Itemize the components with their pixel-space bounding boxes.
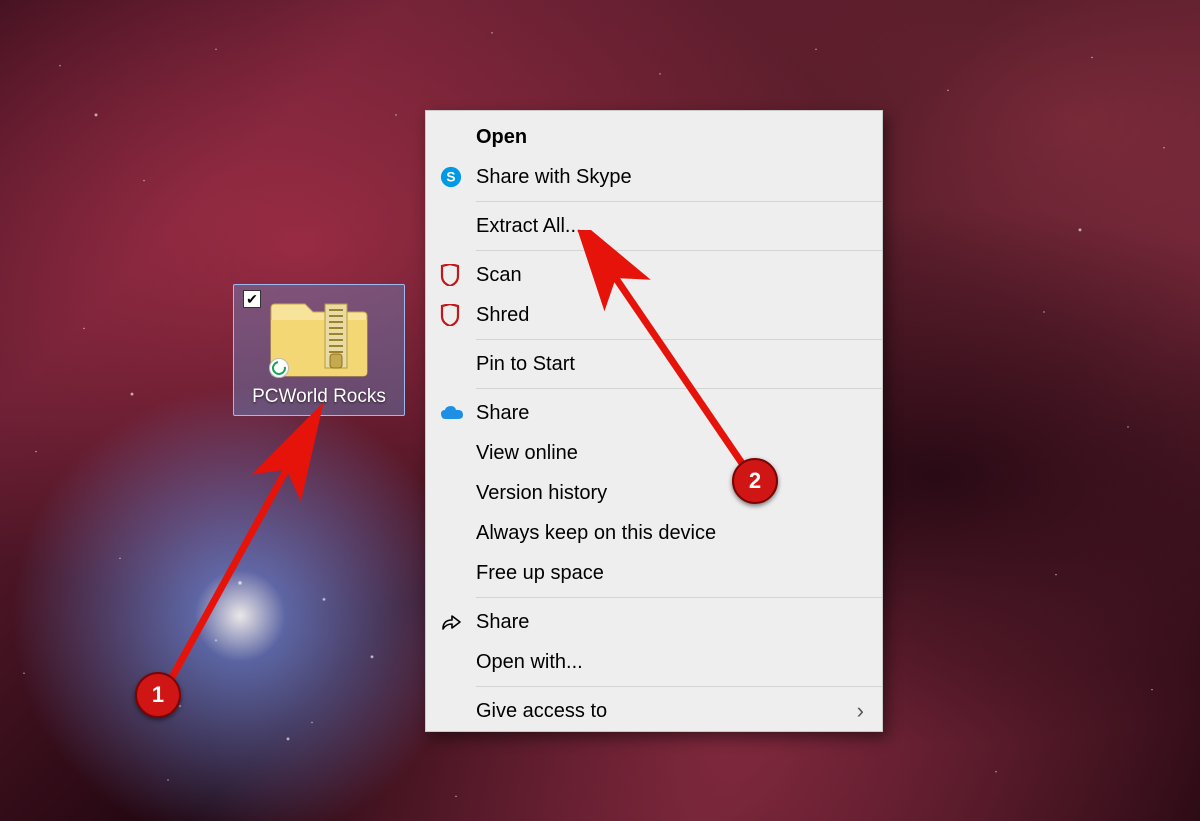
- menu-separator: [476, 388, 882, 389]
- annotation-badge-1: 1: [135, 672, 181, 718]
- menu-item-free-up-space[interactable]: Free up space: [426, 553, 882, 593]
- annotation-badge-2: 2: [732, 458, 778, 504]
- menu-separator: [476, 686, 882, 687]
- zip-folder-icon: [267, 294, 371, 380]
- menu-item-give-access-to[interactable]: Give access to ›: [426, 691, 882, 731]
- menu-item-label: Free up space: [476, 562, 868, 585]
- menu-item-extract-all[interactable]: Extract All...: [426, 206, 882, 246]
- sync-status-icon: [269, 358, 289, 378]
- menu-item-scan[interactable]: Scan: [426, 255, 882, 295]
- menu-item-onedrive-share[interactable]: Share: [426, 393, 882, 433]
- menu-item-pin-to-start[interactable]: Pin to Start: [426, 344, 882, 384]
- onedrive-cloud-icon: [440, 405, 476, 421]
- context-menu: Open S Share with Skype Extract All... S…: [425, 110, 883, 732]
- menu-item-label: Share: [476, 611, 868, 634]
- chevron-right-icon: ›: [857, 698, 868, 724]
- menu-item-label: Version history: [476, 482, 868, 505]
- menu-item-label: Open: [476, 126, 868, 149]
- menu-separator: [476, 250, 882, 251]
- menu-item-label: View online: [476, 442, 868, 465]
- menu-item-label: Scan: [476, 264, 868, 287]
- menu-item-view-online[interactable]: View online: [426, 433, 882, 473]
- menu-item-label: Pin to Start: [476, 353, 868, 376]
- menu-item-shred[interactable]: Shred: [426, 295, 882, 335]
- skype-icon: S: [440, 166, 476, 188]
- menu-item-label: Share: [476, 402, 868, 425]
- desktop-icon-label: PCWorld Rocks: [233, 386, 405, 416]
- mcafee-shield-icon: [440, 304, 476, 326]
- menu-item-version-history[interactable]: Version history: [426, 473, 882, 513]
- menu-item-open-with[interactable]: Open with...: [426, 642, 882, 682]
- selection-checkbox-icon[interactable]: ✔: [243, 290, 261, 308]
- menu-item-open[interactable]: Open: [426, 117, 882, 157]
- desktop-zip-file[interactable]: ✔ PCWorld Rocks: [233, 284, 405, 416]
- menu-item-share[interactable]: Share: [426, 602, 882, 642]
- menu-item-share-skype[interactable]: S Share with Skype: [426, 157, 882, 197]
- menu-separator: [476, 201, 882, 202]
- menu-item-label: Extract All...: [476, 215, 868, 238]
- mcafee-shield-icon: [440, 264, 476, 286]
- menu-item-label: Shred: [476, 304, 868, 327]
- menu-separator: [476, 339, 882, 340]
- svg-text:S: S: [446, 170, 455, 185]
- menu-item-always-keep[interactable]: Always keep on this device: [426, 513, 882, 553]
- menu-item-label: Open with...: [476, 651, 868, 674]
- share-arrow-icon: [440, 612, 476, 632]
- menu-item-label: Give access to: [476, 700, 857, 723]
- menu-separator: [476, 597, 882, 598]
- menu-item-label: Always keep on this device: [476, 522, 868, 545]
- menu-item-label: Share with Skype: [476, 166, 868, 189]
